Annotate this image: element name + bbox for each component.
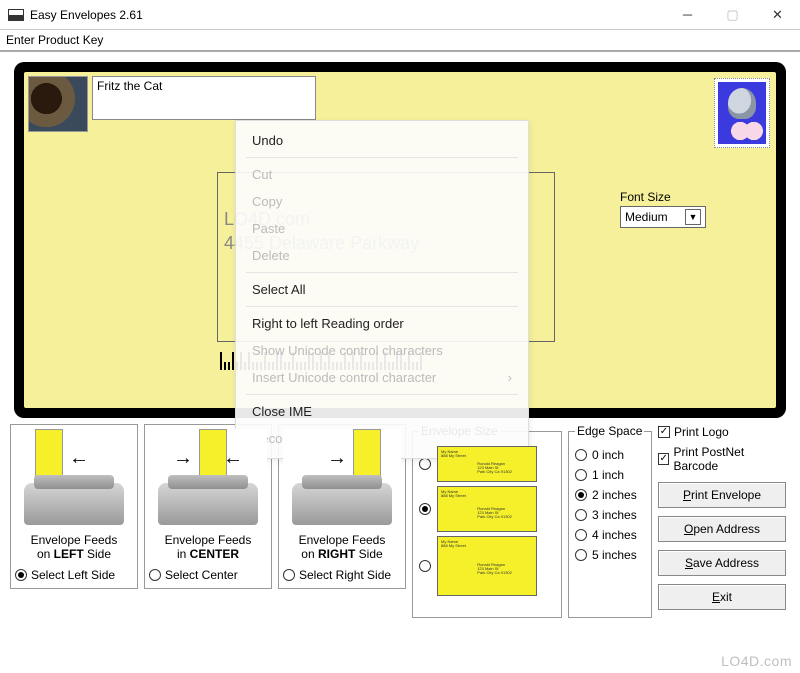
maximize-button[interactable]: ▢ — [710, 0, 755, 30]
close-button[interactable]: ✕ — [755, 0, 800, 30]
feed-left-label1: Envelope Feeds — [31, 533, 118, 547]
radio-select-right[interactable]: Select Right Side — [283, 568, 401, 582]
edge-2[interactable]: 2 inches — [575, 488, 645, 502]
menu-enter-product-key[interactable]: Enter Product Key — [6, 33, 103, 47]
ctx-show-ucc: Show Unicode control characters — [236, 337, 528, 364]
edge-4[interactable]: 4 inches — [575, 528, 645, 542]
ctx-undo[interactable]: Undo — [236, 127, 528, 154]
radio-icon — [15, 569, 27, 581]
edge-3[interactable]: 3 inches — [575, 508, 645, 522]
radio-icon — [419, 503, 431, 515]
ctx-rtl[interactable]: Right to left Reading order — [236, 310, 528, 337]
ctx-delete: Delete — [236, 242, 528, 269]
checkbox-icon: ✓ — [658, 453, 669, 465]
radio-icon — [419, 560, 431, 572]
print-envelope-button[interactable]: Print Envelope — [658, 482, 786, 508]
ctx-close-ime[interactable]: Close IME — [236, 398, 528, 425]
watermark: LO4D.com — [721, 653, 792, 669]
edge-space-group: Edge Space 0 inch 1 inch 2 inches 3 inch… — [568, 424, 652, 618]
save-address-button[interactable]: Save Address — [658, 550, 786, 576]
feed-right-label1: Envelope Feeds — [299, 533, 386, 547]
font-size-select[interactable]: Medium ▼ — [620, 206, 706, 228]
app-icon — [8, 9, 24, 21]
ctx-select-all[interactable]: Select All — [236, 276, 528, 303]
open-address-button[interactable]: Open Address — [658, 516, 786, 542]
minimize-button[interactable]: ─ — [665, 0, 710, 30]
radio-icon — [575, 489, 587, 501]
window-title: Easy Envelopes 2.61 — [30, 8, 665, 22]
edge-1[interactable]: 1 inch — [575, 468, 645, 482]
radio-icon — [149, 569, 161, 581]
ctx-copy: Copy — [236, 188, 528, 215]
edge-0[interactable]: 0 inch — [575, 448, 645, 462]
radio-icon — [283, 569, 295, 581]
chk-print-logo[interactable]: ✓ Print Logo — [658, 425, 786, 439]
right-column: ✓ Print Logo ✓ Print PostNet Barcode Pri… — [658, 424, 786, 610]
chk-print-barcode[interactable]: ✓ Print PostNet Barcode — [658, 445, 786, 473]
radio-select-left[interactable]: Select Left Side — [15, 568, 133, 582]
font-size-label: Font Size — [620, 190, 671, 204]
ctx-cut: Cut — [236, 161, 528, 188]
radio-icon — [419, 458, 431, 470]
radio-icon — [575, 469, 587, 481]
chevron-down-icon: ▼ — [685, 209, 701, 225]
edge-5[interactable]: 5 inches — [575, 548, 645, 562]
radio-icon — [575, 509, 587, 521]
ctx-insert-ucc: Insert Unicode control character — [236, 364, 528, 391]
feed-right-panel: → Envelope Feeds on RIGHT Side Select Ri… — [278, 424, 406, 589]
radio-icon — [575, 549, 587, 561]
env-size-medium[interactable]: My Name888 My StreetRonald Reagan123 Mai… — [419, 486, 555, 532]
return-logo-image[interactable] — [28, 76, 88, 132]
feed-center-panel: → ← Envelope Feeds in CENTER Select Cent… — [144, 424, 272, 589]
checkbox-icon: ✓ — [658, 426, 670, 438]
bottom-panel: ← Envelope Feeds on LEFT Side Select Lef… — [0, 424, 800, 626]
env-size-small[interactable]: My Name888 My StreetRonald Reagan123 Mai… — [419, 446, 555, 482]
ctx-paste: Paste — [236, 215, 528, 242]
feed-center-label1: Envelope Feeds — [165, 533, 252, 547]
edge-space-legend: Edge Space — [575, 424, 644, 438]
return-address-input[interactable]: Fritz the Cat — [92, 76, 316, 120]
context-menu: Undo Cut Copy Paste Delete Select All Ri… — [235, 120, 529, 459]
feed-left-panel: ← Envelope Feeds on LEFT Side Select Lef… — [10, 424, 138, 589]
exit-button[interactable]: Exit — [658, 584, 786, 610]
env-size-large[interactable]: My Name888 My StreetRonald Reagan123 Mai… — [419, 536, 555, 596]
radio-select-center[interactable]: Select Center — [149, 568, 267, 582]
font-size-value: Medium — [625, 210, 668, 224]
radio-icon — [575, 529, 587, 541]
return-address-text: Fritz the Cat — [97, 79, 162, 93]
radio-icon — [575, 449, 587, 461]
stamp-image[interactable] — [714, 78, 770, 148]
titlebar: Easy Envelopes 2.61 ─ ▢ ✕ — [0, 0, 800, 30]
menubar: Enter Product Key — [0, 30, 800, 52]
